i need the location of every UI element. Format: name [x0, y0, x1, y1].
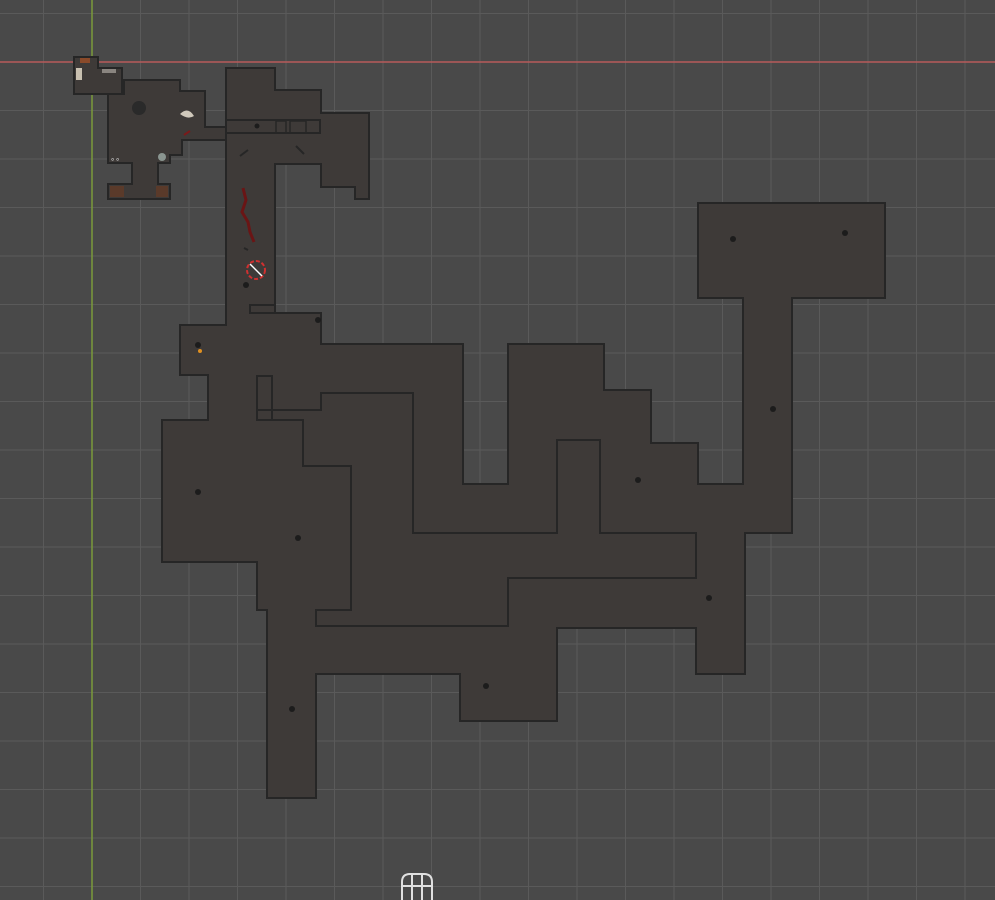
- barrel-prop: [158, 153, 166, 161]
- light-dot-icon: [706, 595, 712, 601]
- light-dot-icon: [195, 342, 201, 348]
- orange-item: [198, 349, 202, 353]
- light-dot-icon: [730, 236, 736, 242]
- spawn-bed: [76, 68, 82, 80]
- light-dot-icon: [635, 477, 641, 483]
- spawn-shelf: [102, 69, 116, 73]
- light-dot-icon: [295, 535, 301, 541]
- table-prop: [132, 101, 146, 115]
- light-dot-icon: [195, 489, 201, 495]
- light-dot-icon: [243, 282, 249, 288]
- crate-right: [156, 186, 168, 197]
- light-dot-icon: [289, 706, 295, 712]
- hall-marker: [254, 123, 260, 129]
- bones-prop: ∘∘: [110, 155, 120, 164]
- light-dot-icon: [770, 406, 776, 412]
- light-dot-icon: [842, 230, 848, 236]
- spawn-prop: [80, 58, 90, 63]
- light-dot-icon: [483, 683, 489, 689]
- light-dot-icon: [315, 317, 321, 323]
- scene-viewport[interactable]: ∘∘: [0, 0, 995, 900]
- crate-left: [110, 186, 124, 197]
